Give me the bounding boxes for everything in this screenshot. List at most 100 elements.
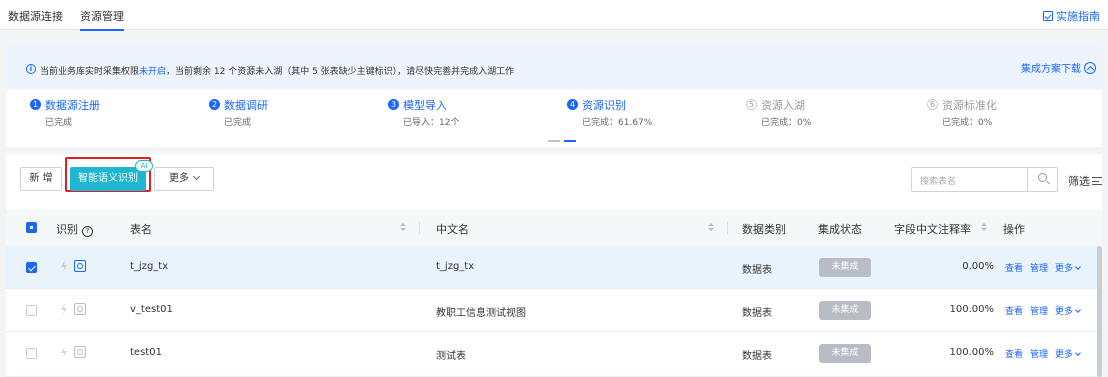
tab-resource-management[interactable]: 资源管理 <box>80 8 124 31</box>
guide-link[interactable]: 实施指南 <box>1043 8 1100 24</box>
step-status: 已完成：0% <box>761 118 812 128</box>
table-row[interactable]: v_test01 教职工信息测试视图 数据表 未集成 100.00% 查看 管理… <box>6 289 1102 332</box>
scrollbar-thumb[interactable] <box>1097 246 1102 377</box>
top-nav: 数据源连接 资源管理 实施指南 <box>0 0 1108 31</box>
row-checkbox[interactable] <box>26 305 37 316</box>
more-actions-link[interactable]: 更多 <box>1055 304 1081 317</box>
tab-datasource-connect[interactable]: 数据源连接 <box>8 8 63 24</box>
table-row[interactable]: test01 测试表 数据表 未集成 100.00% 查看 管理 更多 <box>6 332 1102 377</box>
header-status: 集成状态 <box>818 223 862 236</box>
cell-category: 数据表 <box>742 308 772 319</box>
step-title: 资源标准化 <box>942 99 997 112</box>
cell-cn-name: t_jzg_tx <box>436 261 475 272</box>
step-status: 已导入：12个 <box>403 118 460 128</box>
step-title: 资源识别 <box>582 99 626 112</box>
carousel-dot[interactable] <box>548 140 560 142</box>
step-title: 数据源注册 <box>45 99 100 112</box>
cell-comment-rate: 0.00% <box>962 261 994 272</box>
sort-icon[interactable] <box>708 223 714 233</box>
manage-link[interactable]: 管理 <box>1030 261 1048 274</box>
guide-icon <box>1043 11 1053 21</box>
step-status: 已完成 <box>224 118 252 128</box>
smart-semantic-recognition-button[interactable]: 智能语义识别 <box>70 167 146 191</box>
select-all-checkbox[interactable] <box>26 222 37 233</box>
filter-label: 筛选 <box>1068 175 1090 188</box>
status-badge: 未集成 <box>819 301 871 320</box>
table-scrollbar[interactable] <box>1097 246 1102 377</box>
row-checkbox[interactable] <box>26 348 37 359</box>
manage-link[interactable]: 管理 <box>1030 347 1048 360</box>
help-icon[interactable]: ? <box>82 226 93 237</box>
view-link[interactable]: 查看 <box>1005 261 1023 274</box>
step-title: 数据调研 <box>224 99 268 112</box>
row-checkbox[interactable] <box>26 262 37 273</box>
notice-text: 当前业务库实时采集权限未开启，当前剩余 12 个资源未入湖（其中 5 张表缺少主… <box>40 67 515 77</box>
filter-icon <box>1092 177 1102 185</box>
step-status: 已完成 <box>45 118 73 128</box>
notice-bar: i 当前业务库实时采集权限未开启，当前剩余 12 个资源未入湖（其中 5 张表缺… <box>6 44 1102 90</box>
step-number: 3 <box>388 99 399 110</box>
cell-table-name: t_jzg_tx <box>130 261 169 272</box>
ai-badge: AI <box>135 160 153 172</box>
table-header: 识别? 表名 中文名 数据类别 集成状态 字段中文注释率 操作 <box>6 210 1102 246</box>
status-badge: 未集成 <box>819 258 871 277</box>
step-number: 1 <box>30 99 41 110</box>
recognize-icon[interactable] <box>74 346 86 358</box>
step-progress: 1 数据源注册 已完成 2 数据调研 已完成 3 模型导入 已导入：12个 4 … <box>6 96 1102 132</box>
lightning-icon[interactable] <box>60 346 68 358</box>
manage-link[interactable]: 管理 <box>1030 304 1048 317</box>
table-row[interactable]: t_jzg_tx t_jzg_tx 数据表 未集成 0.00% 查看 管理 更多 <box>6 246 1102 289</box>
cell-comment-rate: 100.00% <box>949 304 995 315</box>
step-title: 模型导入 <box>403 99 447 112</box>
search-input[interactable]: 搜索表名 <box>911 167 1058 192</box>
lightning-icon[interactable] <box>60 303 68 315</box>
search-placeholder: 搜索表名 <box>920 177 957 187</box>
header-identify: 识别? <box>56 221 93 237</box>
step-number: 5 <box>746 99 757 110</box>
header-actions: 操作 <box>1003 223 1025 236</box>
collapse-icon[interactable] <box>1084 61 1096 74</box>
header-category: 数据类别 <box>742 223 786 236</box>
recognize-icon[interactable] <box>74 303 86 315</box>
lightning-icon[interactable] <box>60 260 68 272</box>
cell-cn-name: 教职工信息测试视图 <box>436 308 526 319</box>
view-link[interactable]: 查看 <box>1005 347 1023 360</box>
more-dropdown-button[interactable]: 更多 <box>154 167 214 191</box>
more-label: 更多 <box>169 173 189 184</box>
download-link[interactable]: 集成方案下载 <box>1021 60 1096 75</box>
cell-category: 数据表 <box>742 265 772 276</box>
step-status: 已完成：61.67% <box>582 118 653 128</box>
header-comment-rate: 字段中文注释率 <box>894 223 971 236</box>
step-number: 4 <box>567 99 578 110</box>
download-label: 集成方案下载 <box>1021 64 1081 75</box>
header-cn-name: 中文名 <box>436 223 469 236</box>
column-divider <box>419 222 420 234</box>
cell-comment-rate: 100.00% <box>949 347 995 358</box>
column-divider <box>727 222 728 234</box>
notice-highlight: 未开启 <box>139 67 167 77</box>
chevron-down-icon <box>1075 350 1081 356</box>
carousel-dot-active[interactable] <box>564 140 576 142</box>
search-icon[interactable] <box>1038 173 1047 182</box>
cell-table-name: test01 <box>130 347 162 358</box>
add-button[interactable]: 新 增 <box>20 167 62 191</box>
header-table-name: 表名 <box>130 223 152 236</box>
sort-icon[interactable] <box>400 223 406 233</box>
cell-category: 数据表 <box>742 351 772 362</box>
chevron-down-icon <box>1075 307 1081 313</box>
filter-button[interactable]: 筛选 <box>1068 173 1102 189</box>
progress-card: i 当前业务库实时采集权限未开启，当前剩余 12 个资源未入湖（其中 5 张表缺… <box>6 44 1102 147</box>
chevron-down-icon <box>192 172 201 181</box>
recognize-icon[interactable] <box>74 260 86 272</box>
sort-icon[interactable] <box>981 223 987 233</box>
info-icon: i <box>26 64 36 74</box>
guide-label: 实施指南 <box>1056 10 1100 23</box>
step-number: 6 <box>927 99 938 110</box>
view-link[interactable]: 查看 <box>1005 304 1023 317</box>
more-actions-link[interactable]: 更多 <box>1055 347 1081 360</box>
carousel-indicator[interactable] <box>548 140 576 142</box>
step-title: 资源入湖 <box>761 99 805 112</box>
chevron-down-icon <box>1075 264 1081 270</box>
more-actions-link[interactable]: 更多 <box>1055 261 1081 274</box>
status-badge: 未集成 <box>819 344 871 363</box>
